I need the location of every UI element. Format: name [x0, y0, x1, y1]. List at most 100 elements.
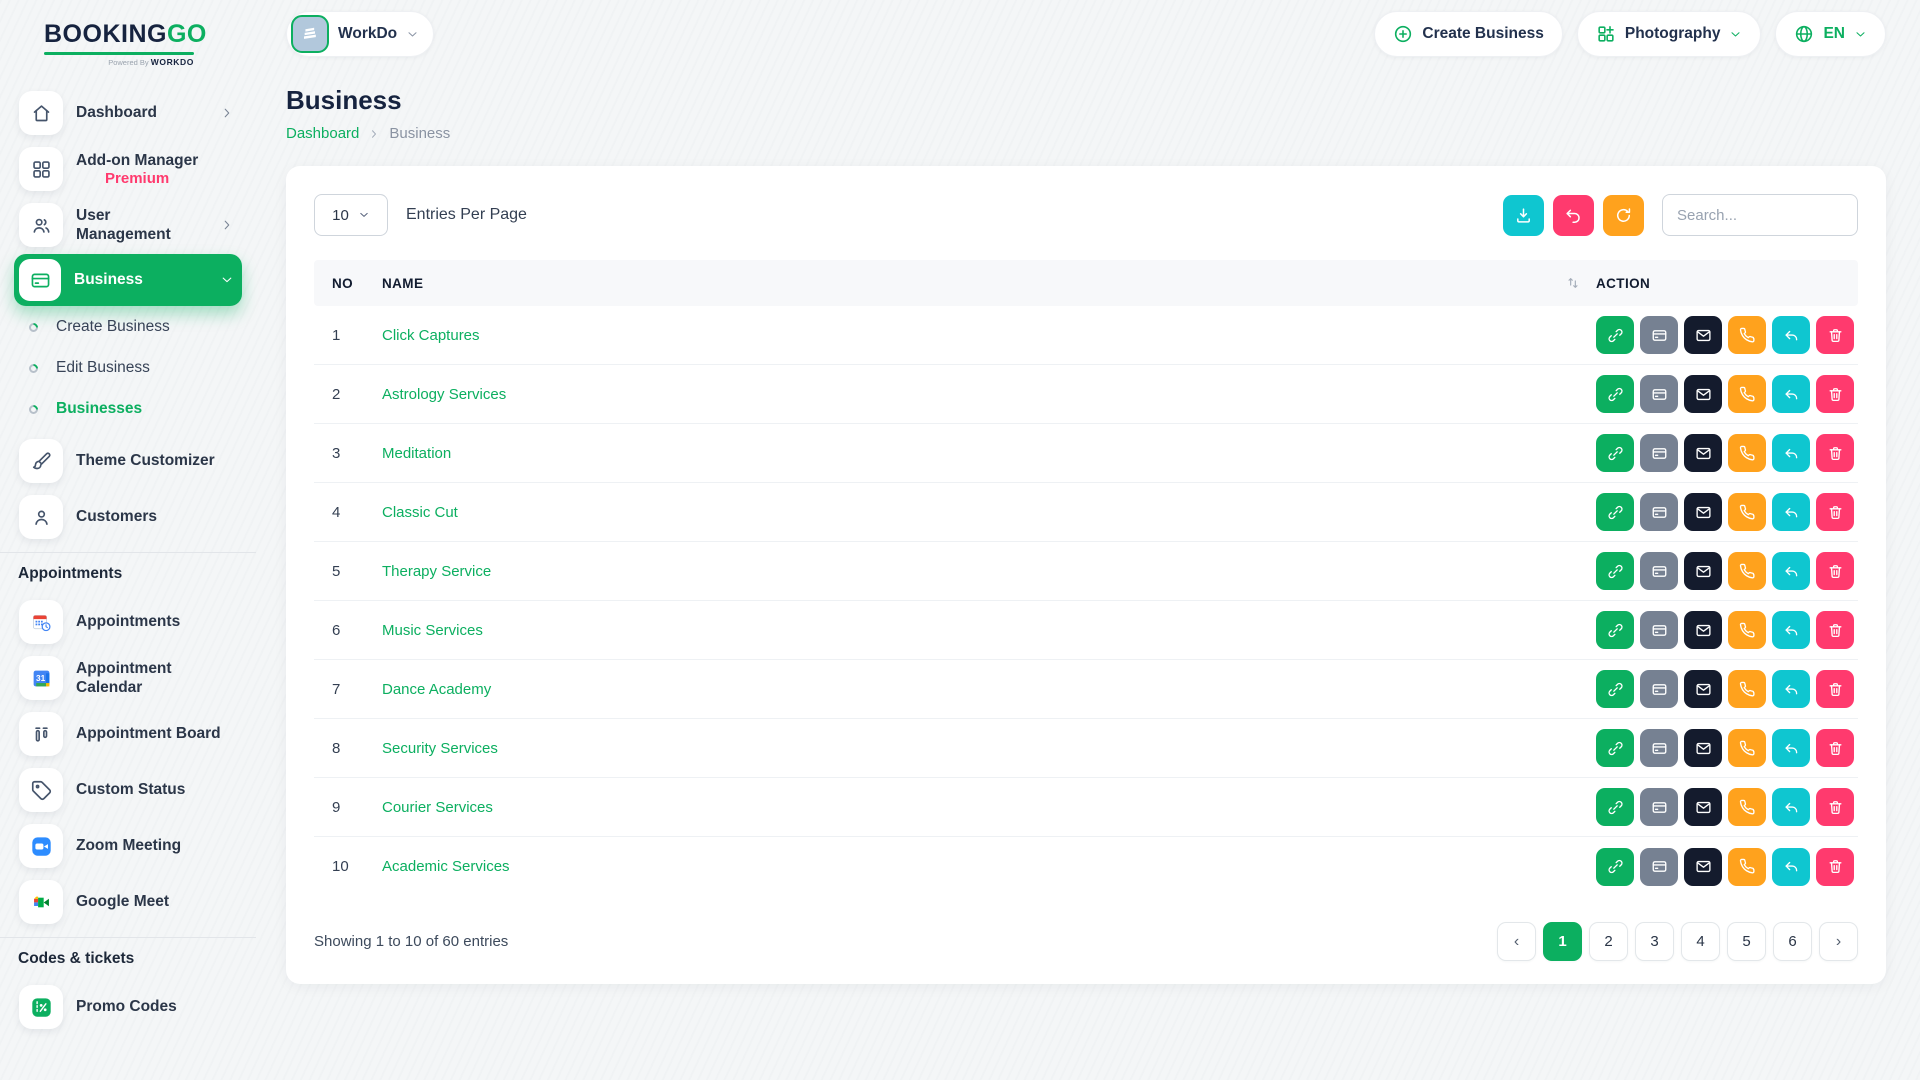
row-email-button[interactable]: [1684, 788, 1722, 826]
row-payment-button[interactable]: [1640, 493, 1678, 531]
row-link-button[interactable]: [1596, 670, 1634, 708]
create-business-button[interactable]: Create Business: [1374, 11, 1562, 57]
pagination-next-button[interactable]: ›: [1819, 922, 1858, 961]
pagination-page-2-button[interactable]: 2: [1589, 922, 1628, 961]
sidebar-item-promo-codes[interactable]: Promo Codes: [14, 980, 242, 1034]
row-link-button[interactable]: [1596, 434, 1634, 472]
sidebar-item-zoom-meeting[interactable]: Zoom Meeting: [14, 819, 242, 873]
sidebar-item-custom-status[interactable]: Custom Status: [14, 763, 242, 817]
row-email-button[interactable]: [1684, 552, 1722, 590]
pagination-page-6-button[interactable]: 6: [1773, 922, 1812, 961]
row-link-button[interactable]: [1596, 611, 1634, 649]
row-restore-button[interactable]: [1772, 375, 1810, 413]
pagination-page-1-button[interactable]: 1: [1543, 922, 1582, 961]
row-delete-button[interactable]: [1816, 670, 1854, 708]
pagination-prev-button[interactable]: ‹: [1497, 922, 1536, 961]
row-delete-button[interactable]: [1816, 552, 1854, 590]
row-email-button[interactable]: [1684, 729, 1722, 767]
row-email-button[interactable]: [1684, 493, 1722, 531]
row-call-button[interactable]: [1728, 729, 1766, 767]
row-payment-button[interactable]: [1640, 848, 1678, 886]
row-restore-button[interactable]: [1772, 552, 1810, 590]
sidebar-item-appointments[interactable]: Appointments: [14, 595, 242, 649]
row-link-button[interactable]: [1596, 493, 1634, 531]
row-delete-button[interactable]: [1816, 848, 1854, 886]
row-email-button[interactable]: [1684, 375, 1722, 413]
undo-button[interactable]: [1553, 195, 1594, 236]
pagination-page-4-button[interactable]: 4: [1681, 922, 1720, 961]
row-delete-button[interactable]: [1816, 493, 1854, 531]
business-name-link[interactable]: Therapy Service: [382, 563, 491, 580]
row-call-button[interactable]: [1728, 493, 1766, 531]
row-restore-button[interactable]: [1772, 493, 1810, 531]
row-restore-button[interactable]: [1772, 788, 1810, 826]
business-name-link[interactable]: Classic Cut: [382, 504, 458, 521]
business-name-link[interactable]: Security Services: [382, 740, 498, 757]
sidebar-item-user-management[interactable]: User Management: [14, 198, 242, 252]
entries-per-page-select[interactable]: 10: [314, 194, 388, 236]
row-link-button[interactable]: [1596, 316, 1634, 354]
business-name-link[interactable]: Academic Services: [382, 858, 510, 875]
row-payment-button[interactable]: [1640, 788, 1678, 826]
row-restore-button[interactable]: [1772, 848, 1810, 886]
row-link-button[interactable]: [1596, 375, 1634, 413]
sidebar-item-add-on-manager[interactable]: Add-on ManagerPremium: [14, 142, 242, 196]
business-name-link[interactable]: Dance Academy: [382, 681, 491, 698]
row-payment-button[interactable]: [1640, 552, 1678, 590]
business-name-link[interactable]: Click Captures: [382, 327, 480, 344]
sort-icon[interactable]: [1566, 276, 1580, 290]
row-restore-button[interactable]: [1772, 316, 1810, 354]
row-restore-button[interactable]: [1772, 729, 1810, 767]
sidebar-item-business[interactable]: Business: [14, 254, 242, 306]
business-name-link[interactable]: Astrology Services: [382, 386, 506, 403]
row-restore-button[interactable]: [1772, 434, 1810, 472]
breadcrumb-dashboard-link[interactable]: Dashboard: [286, 125, 359, 142]
row-call-button[interactable]: [1728, 848, 1766, 886]
row-link-button[interactable]: [1596, 552, 1634, 590]
business-name-link[interactable]: Meditation: [382, 445, 451, 462]
export-button[interactable]: [1503, 195, 1544, 236]
sidebar-item-dashboard[interactable]: Dashboard: [14, 86, 242, 140]
sidebar-item-edit-business[interactable]: Edit Business: [14, 352, 242, 384]
workspace-switcher[interactable]: WorkDo: [286, 11, 434, 57]
row-call-button[interactable]: [1728, 611, 1766, 649]
row-payment-button[interactable]: [1640, 729, 1678, 767]
sidebar-item-businesses[interactable]: Businesses: [14, 393, 242, 425]
row-link-button[interactable]: [1596, 788, 1634, 826]
search-input[interactable]: [1662, 194, 1858, 236]
row-call-button[interactable]: [1728, 788, 1766, 826]
brand-logo[interactable]: BOOKINGGO Powered By WORKDO: [14, 0, 242, 72]
sidebar-item-customers[interactable]: Customers: [14, 490, 242, 544]
sidebar-item-appointment-calendar[interactable]: 31Appointment Calendar: [14, 651, 242, 705]
sidebar-item-google-meet[interactable]: Google Meet: [14, 875, 242, 929]
sidebar-item-create-business[interactable]: Create Business: [14, 311, 242, 343]
row-payment-button[interactable]: [1640, 434, 1678, 472]
business-name-link[interactable]: Music Services: [382, 622, 483, 639]
row-email-button[interactable]: [1684, 611, 1722, 649]
row-email-button[interactable]: [1684, 434, 1722, 472]
business-name-link[interactable]: Courier Services: [382, 799, 493, 816]
pagination-page-3-button[interactable]: 3: [1635, 922, 1674, 961]
row-link-button[interactable]: [1596, 848, 1634, 886]
row-call-button[interactable]: [1728, 434, 1766, 472]
row-delete-button[interactable]: [1816, 316, 1854, 354]
sidebar-item-appointment-board[interactable]: Appointment Board: [14, 707, 242, 761]
row-delete-button[interactable]: [1816, 788, 1854, 826]
row-delete-button[interactable]: [1816, 375, 1854, 413]
row-call-button[interactable]: [1728, 670, 1766, 708]
row-link-button[interactable]: [1596, 729, 1634, 767]
row-email-button[interactable]: [1684, 316, 1722, 354]
row-call-button[interactable]: [1728, 316, 1766, 354]
row-payment-button[interactable]: [1640, 670, 1678, 708]
row-email-button[interactable]: [1684, 848, 1722, 886]
sidebar-item-theme-customizer[interactable]: Theme Customizer: [14, 434, 242, 488]
row-payment-button[interactable]: [1640, 611, 1678, 649]
category-dropdown[interactable]: Photography: [1577, 11, 1762, 57]
language-dropdown[interactable]: EN: [1775, 11, 1886, 57]
row-restore-button[interactable]: [1772, 670, 1810, 708]
row-payment-button[interactable]: [1640, 375, 1678, 413]
row-restore-button[interactable]: [1772, 611, 1810, 649]
refresh-button[interactable]: [1603, 195, 1644, 236]
row-delete-button[interactable]: [1816, 434, 1854, 472]
pagination-page-5-button[interactable]: 5: [1727, 922, 1766, 961]
